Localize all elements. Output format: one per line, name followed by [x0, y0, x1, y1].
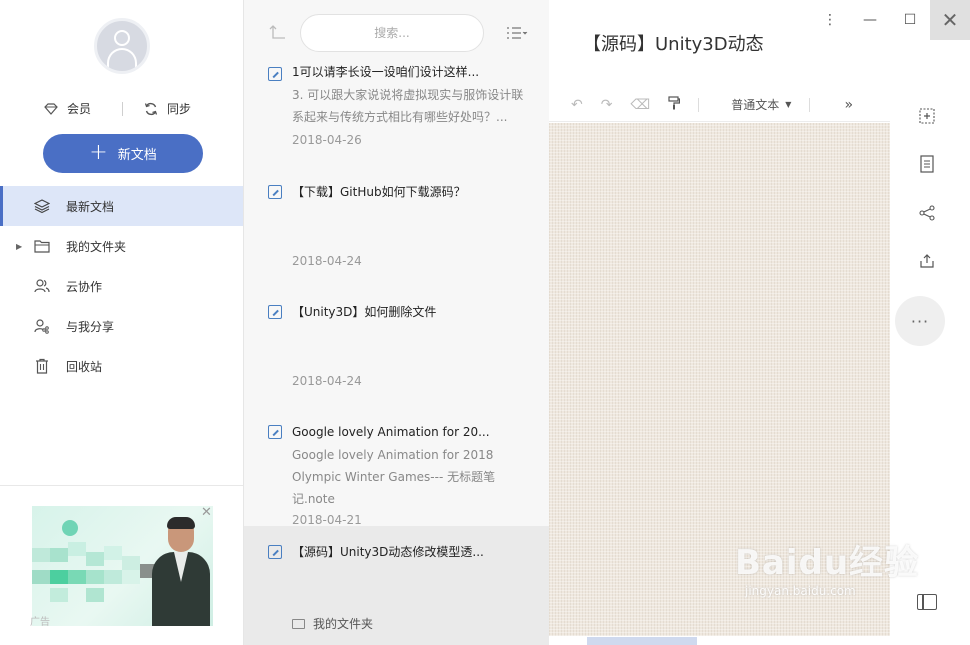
- sidebar-divider: [0, 485, 243, 486]
- editor-canvas[interactable]: [549, 123, 890, 636]
- sync-button[interactable]: 同步: [143, 100, 191, 117]
- doc-title: 【源码】Unity3D动态修改模型透...: [292, 545, 484, 559]
- plus-icon: +: [89, 139, 108, 165]
- sidebar-item-cloud-collab[interactable]: 云协作: [0, 266, 243, 306]
- new-document-button[interactable]: + 新文档: [43, 134, 203, 173]
- sidebar-item-label: 与我分享: [66, 319, 115, 334]
- sidebar-nav: 最新文档 ▶ 我的文件夹 云协作 与我分享 回收站: [0, 186, 243, 386]
- sync-icon: [143, 101, 159, 117]
- text-style-dropdown[interactable]: 普通文本 ▼: [731, 96, 791, 113]
- toggle-panel-icon[interactable]: [917, 594, 937, 610]
- document-list-pane: 1可以请李长设一设咱们设计这样... 3. 可以跟大家说说将虚拟现实与服饰设计联…: [244, 0, 549, 645]
- more-dots-icon: ···: [910, 311, 930, 331]
- sidebar-item-trash[interactable]: 回收站: [0, 346, 243, 386]
- ad-person-image: [150, 514, 212, 626]
- vip-label: 会员: [67, 102, 92, 116]
- editor-toolbar: ↶ ↷ ⌫ 普通文本 ▼ »: [549, 88, 890, 122]
- diamond-icon: [43, 101, 59, 117]
- doc-date: 2018-04-24: [292, 254, 362, 268]
- toolbar-divider: [809, 97, 811, 112]
- search-box[interactable]: [300, 14, 484, 52]
- sidebar-item-label: 回收站: [66, 359, 103, 374]
- vip-button[interactable]: 会员: [43, 100, 91, 117]
- doc-folder-location: 我的文件夹: [292, 615, 373, 632]
- note-icon: [268, 185, 282, 199]
- share-icon[interactable]: [917, 203, 937, 223]
- editor-pane: ⋮ — ☐ ✕ 【源码】Unity3D动态 ↶ ↷ ⌫ 普通文本 ▼ » ···: [549, 0, 970, 645]
- undo-icon[interactable]: ↶: [571, 97, 583, 113]
- doc-title: 1可以请李长设一设咱们设计这样...: [292, 65, 480, 79]
- document-title[interactable]: 【源码】Unity3D动态: [583, 30, 764, 56]
- avatar-body-shape: [107, 48, 137, 68]
- ad-close-icon[interactable]: ✕: [201, 505, 212, 520]
- sync-label: 同步: [167, 102, 192, 116]
- toolbar-more-icon[interactable]: »: [844, 97, 853, 113]
- account-row: 会员 同步: [0, 100, 244, 120]
- new-document-label: 新文档: [117, 148, 157, 163]
- ad-banner[interactable]: [32, 506, 213, 626]
- doc-date: 2018-04-24: [292, 374, 362, 388]
- doc-snippet: 3. 可以跟大家说说将虚拟现实与服饰设计联系起来与传统方式相比有哪些好处吗？..…: [292, 88, 524, 124]
- sidebar-item-label: 最新文档: [66, 199, 115, 214]
- list-item[interactable]: Google lovely Animation for 20... Google…: [244, 424, 549, 527]
- minimize-button[interactable]: —: [850, 0, 890, 40]
- account-divider: [122, 102, 123, 116]
- list-item-selected[interactable]: 【源码】Unity3D动态修改模型透...: [244, 526, 549, 645]
- insert-block-icon[interactable]: [917, 106, 937, 126]
- ad-mosaic-image: [32, 542, 162, 602]
- document-outline-icon[interactable]: [917, 154, 937, 174]
- trash-icon: [34, 358, 50, 374]
- share-user-icon: [34, 318, 50, 334]
- chevron-down-icon: ▼: [785, 100, 792, 109]
- people-icon: [34, 278, 50, 294]
- doc-date: 2018-04-26: [292, 133, 362, 147]
- sidebar-item-shared-with-me[interactable]: 与我分享: [0, 306, 243, 346]
- window-menu-button[interactable]: ⋮: [810, 0, 850, 40]
- sidebar-item-label: 我的文件夹: [66, 239, 127, 254]
- format-painter-icon[interactable]: [668, 95, 681, 114]
- note-icon: [268, 425, 282, 439]
- search-input[interactable]: [301, 26, 483, 40]
- export-icon[interactable]: [917, 251, 937, 271]
- toolbar-divider: [698, 97, 700, 112]
- window-controls: ⋮ — ☐ ✕: [810, 0, 970, 40]
- list-view-icon[interactable]: [506, 26, 528, 44]
- list-item[interactable]: 【Unity3D】如何删除文件 2018-04-24: [244, 304, 549, 404]
- doc-title: 【Unity3D】如何删除文件: [292, 305, 437, 319]
- sidebar-item-my-folders[interactable]: ▶ 我的文件夹: [0, 226, 243, 266]
- expand-caret-icon[interactable]: ▶: [16, 242, 22, 251]
- text-style-label: 普通文本: [731, 98, 780, 112]
- doc-title: Google lovely Animation for 20...: [292, 425, 490, 439]
- note-icon: [268, 305, 282, 319]
- sidebar-item-label: 云协作: [66, 279, 103, 294]
- more-options-button[interactable]: ···: [895, 296, 945, 346]
- back-up-icon[interactable]: [268, 24, 286, 44]
- list-item[interactable]: 1可以请李长设一设咱们设计这样... 3. 可以跟大家说说将虚拟现实与服饰设计联…: [244, 64, 549, 164]
- list-item[interactable]: 【下载】GitHub如何下载源码？ 2018-04-24: [244, 184, 549, 284]
- doc-folder-label: 我的文件夹: [313, 617, 374, 631]
- note-icon: [268, 67, 282, 81]
- doc-title: 【下载】GitHub如何下载源码？: [292, 185, 466, 199]
- note-icon: [268, 545, 282, 559]
- eraser-icon[interactable]: ⌫: [630, 97, 650, 113]
- sidebar-item-latest-docs[interactable]: 最新文档: [0, 186, 243, 226]
- ad-decoration-circle: [62, 520, 78, 536]
- doc-snippet: Google lovely Animation for 2018 Olympic…: [292, 448, 496, 506]
- folder-icon: [292, 618, 305, 629]
- sidebar: 会员 同步 + 新文档 最新文档 ▶ 我的文件夹 云协作 与我分享 回收站 ✕ …: [0, 0, 244, 645]
- avatar-head-shape: [114, 30, 130, 46]
- scrollbar-thumb[interactable]: [587, 637, 697, 645]
- redo-icon[interactable]: ↷: [601, 97, 613, 113]
- layers-icon: [34, 198, 50, 214]
- avatar[interactable]: [94, 18, 150, 74]
- ad-tag: 广告: [30, 617, 50, 628]
- folder-icon: [34, 238, 50, 254]
- close-button[interactable]: ✕: [930, 0, 970, 40]
- maximize-button[interactable]: ☐: [890, 0, 930, 40]
